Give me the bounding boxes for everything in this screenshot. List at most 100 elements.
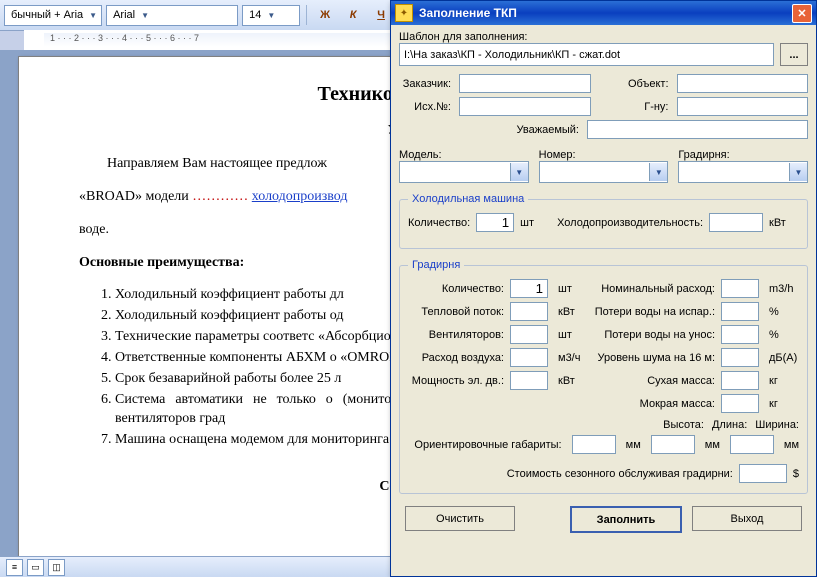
unit-mm: мм [784,439,799,451]
motor-power-label: Мощность эл. дв.: [408,375,504,387]
font-name: Arial [113,9,135,21]
chevron-down-icon: ▼ [267,11,275,20]
view-mode-icon[interactable]: ▭ [27,559,44,576]
font-size: 14 [249,9,261,21]
chevron-down-icon: ▼ [89,11,97,20]
dear-input[interactable] [587,120,808,139]
cooling-capacity-input[interactable] [709,213,763,232]
tower-qty-input[interactable] [510,279,548,298]
wet-mass-input[interactable] [721,394,759,413]
app-icon: ✦ [395,4,413,22]
chiller-legend: Холодильная машина [408,193,528,205]
italic-button[interactable]: К [341,3,365,27]
tower-legend: Градирня [408,259,464,271]
evap-loss-input[interactable] [721,302,759,321]
heat-flow-label: Тепловой поток: [408,306,504,318]
orient-label: Ориентировочные габариты: [408,439,562,451]
height-input[interactable] [572,435,616,454]
unit-pcs: шт [558,283,586,295]
drift-loss-label: Потери воды на унос: [592,329,715,341]
tkp-dialog: ✦ Заполнение ТКП ✕ Шаблон для заполнения… [390,0,817,577]
motor-power-input[interactable] [510,371,548,390]
view-mode-icon[interactable]: ◫ [48,559,65,576]
noise-input[interactable] [721,348,759,367]
unit-usd: $ [793,468,799,480]
qty-input[interactable] [476,213,514,232]
qty-label: Количество: [408,283,504,295]
air-flow-label: Расход воздуха: [408,352,504,364]
exit-button[interactable]: Выход [692,506,802,531]
fans-label: Вентиляторов: [408,329,504,341]
number-label: Номер: [539,149,669,161]
outgoing-number-input[interactable] [459,97,591,116]
template-label: Шаблон для заполнения: [399,31,808,43]
tower-label: Градирня: [678,149,808,161]
fans-input[interactable] [510,325,548,344]
advantages-heading: Основные преимущества: [79,255,244,270]
chevron-down-icon: ▼ [141,11,149,20]
unit-pct: % [769,329,799,341]
unit-kg: кг [769,375,799,387]
length-input[interactable] [651,435,695,454]
mr-input[interactable] [677,97,809,116]
style-name: бычный + Aria [11,9,83,21]
number-combo[interactable]: ▼ [539,161,669,183]
tower-group: Градирня Количество: шт Номинальный расх… [399,259,808,494]
outgoing-number-label: Исх.№: [399,101,451,113]
noise-label: Уровень шума на 16 м: [592,352,715,364]
bold-button[interactable]: Ж [313,3,337,27]
wet-mass-label: Мокрая масса: [592,398,715,410]
style-selector[interactable]: бычный + Aria ▼ [4,5,102,26]
mr-label: Г-ну: [599,101,669,113]
dialog-titlebar[interactable]: ✦ Заполнение ТКП ✕ [391,1,816,25]
unit-kw: кВт [558,375,586,387]
length-label: Длина: [712,419,747,431]
browse-button[interactable]: ... [780,43,808,66]
fill-button[interactable]: Заполнить [570,506,682,533]
dry-mass-label: Сухая масса: [592,375,715,387]
tower-combo[interactable]: ▼ [678,161,808,183]
chiller-group: Холодильная машина Количество: шт Холодо… [399,193,808,249]
heat-flow-input[interactable] [510,302,548,321]
close-icon[interactable]: ✕ [792,4,812,23]
width-input[interactable] [730,435,774,454]
unit-kw: кВт [769,217,799,229]
dry-mass-input[interactable] [721,371,759,390]
chevron-down-icon: ▼ [510,163,528,181]
nominal-flow-label: Номинальный расход: [592,283,715,295]
customer-label: Заказчик: [399,78,451,90]
chevron-down-icon: ▼ [789,163,807,181]
view-mode-icon[interactable]: ≡ [6,559,23,576]
unit-pcs: шт [558,329,586,341]
unit-pcs: шт [520,217,550,229]
font-selector[interactable]: Arial ▼ [106,5,238,26]
unit-db: дБ(А) [769,352,799,364]
unit-kg: кг [769,398,799,410]
qty-label: Количество: [408,217,470,229]
unit-kw: кВт [558,306,586,318]
clear-button[interactable]: Очистить [405,506,515,531]
drift-loss-input[interactable] [721,325,759,344]
width-label: Ширина: [755,419,799,431]
cost-input[interactable] [739,464,787,483]
unit-pct: % [769,306,799,318]
object-input[interactable] [677,74,809,93]
evap-loss-label: Потери воды на испар.: [592,306,715,318]
dialog-title: Заполнение ТКП [419,6,792,20]
object-label: Объект: [599,78,669,90]
air-flow-input[interactable] [510,348,548,367]
unit-mm: мм [626,439,641,451]
customer-input[interactable] [459,74,591,93]
cooling-capacity-label: Холодопроизводительность: [556,217,703,229]
dear-label: Уважаемый: [399,124,579,136]
nominal-flow-input[interactable] [721,279,759,298]
unit-m3hr: м3/ч [558,352,586,364]
model-combo[interactable]: ▼ [399,161,529,183]
unit-m3h: m3/h [769,283,799,295]
model-label: Модель: [399,149,529,161]
chevron-down-icon: ▼ [649,163,667,181]
cost-label: Стоимость сезонного обслуживая градирни: [507,468,733,480]
font-size-selector[interactable]: 14 ▼ [242,5,300,26]
unit-mm: мм [705,439,720,451]
template-path-input[interactable]: I:\На заказ\КП - Холодильник\КП - сжат.d… [399,43,774,66]
